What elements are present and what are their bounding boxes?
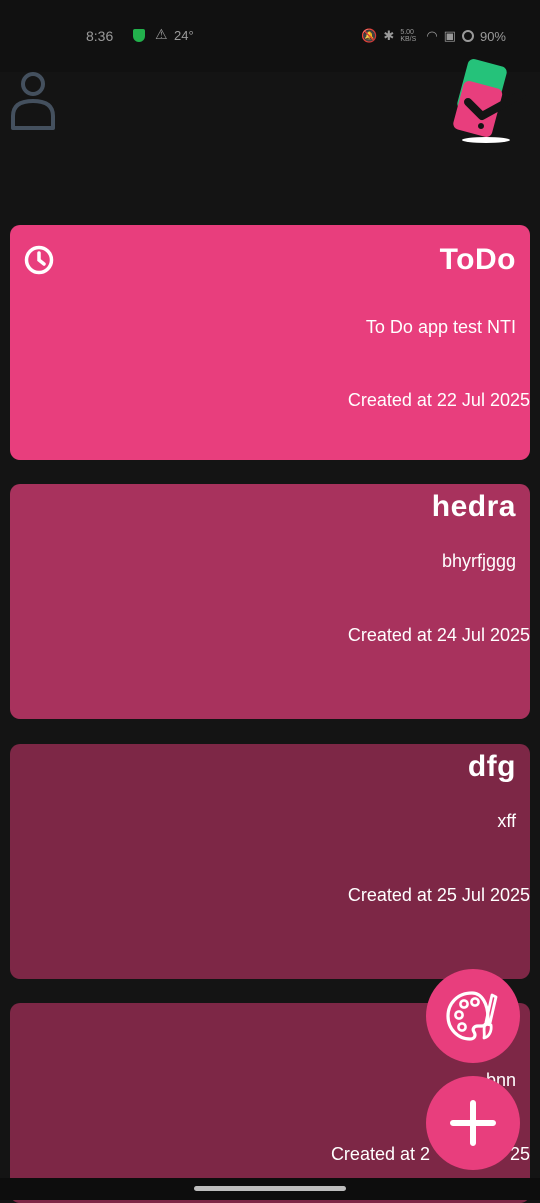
mute-icon: 🔕 <box>361 28 378 43</box>
status-time: 8:36 <box>86 28 114 44</box>
wifi-icon: ◠ <box>426 28 438 43</box>
note-title: dfg <box>467 750 516 783</box>
home-gesture-handle[interactable] <box>194 1186 346 1191</box>
battery-level: 90% <box>479 28 506 44</box>
note-card[interactable]: ToDo To Do app test NTI Created at 22 Ju… <box>10 225 530 460</box>
note-description: bhyrfjggg <box>441 551 516 571</box>
add-note-button[interactable] <box>426 1076 520 1170</box>
note-date: Created at 24 Jul 2025 <box>347 625 530 645</box>
note-description: To Do app test NTI <box>365 317 516 337</box>
network-speed: 5.00 KB/S <box>400 29 417 43</box>
status-temperature: 24° <box>174 28 194 43</box>
status-right-icons: 🔕 ✱ 5.00 KB/S ◠ ▣ 90% <box>361 28 506 44</box>
shield-icon <box>133 29 145 42</box>
clock-icon <box>24 245 54 275</box>
theme-button[interactable] <box>426 969 520 1063</box>
plus-icon <box>450 1100 496 1146</box>
bluetooth-icon: ✱ <box>383 28 395 43</box>
note-date: Created at 2 <box>330 1144 430 1164</box>
person-outline-icon <box>11 72 55 130</box>
note-title: ToDo <box>439 243 516 276</box>
note-title: hedra <box>431 490 516 523</box>
battery-icon <box>461 30 474 42</box>
phone-check-logo <box>453 59 526 143</box>
palette-icon <box>446 991 498 1041</box>
warning-icon: ⚠ <box>155 26 168 42</box>
navigation-bar <box>0 1178 540 1200</box>
note-card[interactable]: dfg xff Created at 25 Jul 2025 <box>10 744 530 979</box>
note-description: xff <box>497 811 516 831</box>
note-card[interactable]: hedra bhyrfjggg Created at 24 Jul 2025 <box>10 484 530 719</box>
app-logo <box>448 58 528 146</box>
profile-button[interactable] <box>8 68 58 134</box>
note-date: Created at 22 Jul 2025 <box>347 390 530 410</box>
note-date: Created at 25 Jul 2025 <box>347 885 530 905</box>
cast-icon: ▣ <box>443 28 456 43</box>
